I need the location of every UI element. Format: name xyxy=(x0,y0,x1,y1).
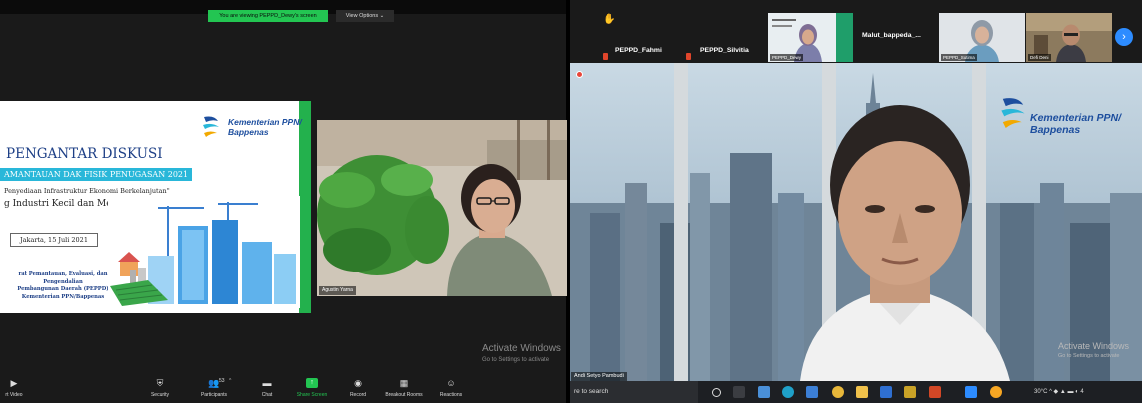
toolbar-label: Security xyxy=(150,392,170,398)
notes-icon[interactable] xyxy=(904,386,916,398)
record-button[interactable]: ◉ Record xyxy=(332,377,384,399)
participant-name: PEPPD_Silvitia xyxy=(700,47,749,54)
participant-tile[interactable]: PEPPD_Fahmi xyxy=(596,13,674,63)
toolbar-label: Reactions xyxy=(439,392,463,398)
slide-footer-line: Pembangunan Daerah (PEPPD) xyxy=(17,286,109,292)
participant-name: Defi Deni xyxy=(1028,54,1051,61)
slide-subtitle-1: Penyediaan Infrastruktur Ekonomi Berkela… xyxy=(4,187,170,195)
participant-thumbnail[interactable]: PEPPD_Dewy xyxy=(768,13,853,62)
zoom-app-icon[interactable] xyxy=(965,386,977,398)
presenter-name-label: Agustin Yarna xyxy=(319,286,356,295)
participant-thumbnail[interactable]: Defi Deni xyxy=(1026,13,1112,62)
security-button[interactable]: ⛨ Security xyxy=(134,377,186,399)
shared-slide: Kementerian PPN/ Bappenas PENGANTAR DISK… xyxy=(0,101,311,313)
background-org-line2: Bappenas xyxy=(1030,124,1081,136)
cortana-icon[interactable] xyxy=(712,388,721,397)
participant-name: Malut_bappeda_... xyxy=(862,32,921,39)
bappenas-logo-icon xyxy=(1001,98,1025,128)
bappenas-logo-icon xyxy=(203,116,219,137)
toolbar-label: Breakout Rooms xyxy=(385,392,423,398)
participant-tile[interactable]: Malut_bappeda_... xyxy=(858,13,948,63)
chrome-icon[interactable] xyxy=(832,386,844,398)
record-icon: ◉ xyxy=(354,377,362,388)
viewing-screen-banner: You are viewing PEPPD_Dewy's screen xyxy=(208,10,328,22)
presenter-video xyxy=(317,120,567,296)
reactions-button[interactable]: ☺ Reactions xyxy=(425,377,477,398)
slide-band: AMANTAUAN DAK FISIK PENUGASAN 2021 xyxy=(0,168,192,181)
mail-icon[interactable] xyxy=(758,386,770,398)
participant-name: PEPPD_Fahmi xyxy=(615,47,662,54)
recording-icon xyxy=(576,71,583,78)
chat-icon: ▬ xyxy=(262,378,272,388)
participant-tile[interactable]: PEPPD_Silvitia xyxy=(682,13,762,63)
toolbar-label: Participants xyxy=(200,392,228,398)
start-video-button[interactable]: ▶ rt Video xyxy=(0,377,40,399)
slide-footer-line: rat Pemantauan, Evaluasi, dan Pengendali… xyxy=(18,271,108,285)
toolbar-label: Share Screen xyxy=(296,392,328,398)
toolbar-label: Record xyxy=(349,392,367,398)
chevron-right-icon: › xyxy=(1122,31,1126,43)
view-options-button[interactable]: View Options ⌄ xyxy=(336,10,394,22)
background-org-name: Kementerian PPN/ Bappenas xyxy=(1030,112,1121,136)
background-org-line1: Kementerian PPN/ xyxy=(1030,112,1122,124)
reactions-icon: ☺ xyxy=(446,378,456,388)
slide-org-name: Kementerian PPN/ Bappenas xyxy=(228,117,302,137)
taskbar-search-input[interactable]: re to search xyxy=(570,381,698,403)
explorer-icon[interactable] xyxy=(856,386,868,398)
activate-windows-title: Activate Windows xyxy=(482,343,561,354)
security-icon: ⛨ xyxy=(156,377,164,388)
toolbar-label: rt Video xyxy=(5,392,23,398)
system-tray[interactable]: 30°C ^ ◆ ▲ ▬ ◐ 4 xyxy=(1034,386,1084,398)
slide-org-line2: Bappenas xyxy=(228,127,269,137)
app-icon[interactable] xyxy=(990,386,1002,398)
task-view-icon[interactable] xyxy=(733,386,745,398)
slide-org-line1: Kementerian PPN/ xyxy=(228,117,302,127)
activate-windows-title: Activate Windows xyxy=(1058,341,1130,351)
slide-date: Jakarta, 15 Juli 2021 xyxy=(10,233,98,247)
chevron-up-icon[interactable]: ^ xyxy=(229,378,231,384)
participant-name: PEPPD_Dewy xyxy=(770,54,804,61)
main-speaker-video xyxy=(570,63,1142,381)
city-illustration xyxy=(108,196,300,308)
activate-windows-subtitle: Go to Settings to activate xyxy=(1058,353,1120,359)
store-icon[interactable] xyxy=(806,386,818,398)
breakout-rooms-icon: ▦ xyxy=(399,377,409,388)
share-screen-icon: ↑ xyxy=(306,378,318,388)
toolbar-label: Chat xyxy=(261,392,273,398)
share-screen-button[interactable]: ↑ Share Screen xyxy=(286,377,338,398)
slide-footer-line: Kementerian PPN/Bappenas xyxy=(21,293,105,300)
powerpoint-icon[interactable] xyxy=(929,386,941,398)
video-off-icon: ▶ xyxy=(10,377,18,388)
muted-mic-icon xyxy=(686,53,691,60)
word-icon[interactable] xyxy=(880,386,892,398)
muted-mic-icon xyxy=(603,53,608,60)
slide-title: PENGANTAR DISKUSI xyxy=(6,146,163,162)
participant-count: 53 xyxy=(219,378,225,384)
edge-icon[interactable] xyxy=(782,386,794,398)
activate-windows-subtitle: Go to Settings to activate xyxy=(482,357,550,363)
participant-name: PEPPD_Sutima xyxy=(941,54,977,61)
participants-button[interactable]: 👥 53 ^ Participants xyxy=(188,377,240,399)
speaker-name-label: Andi Setyo Pambudi xyxy=(571,372,627,381)
breakout-rooms-button[interactable]: ▦ Breakout Rooms xyxy=(378,377,430,399)
slide-footer: rat Pemantauan, Evaluasi, dan Pengendali… xyxy=(4,271,122,301)
participant-thumbnail[interactable]: PEPPD_Sutima xyxy=(939,13,1025,62)
next-page-button[interactable]: › xyxy=(1115,28,1133,46)
